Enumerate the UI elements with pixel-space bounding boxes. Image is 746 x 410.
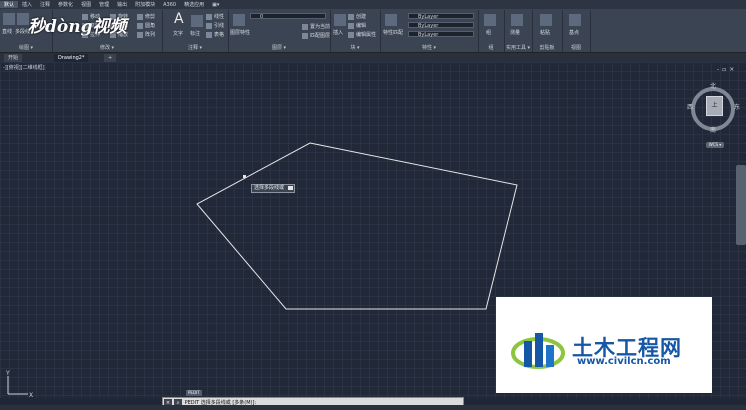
navigation-bar[interactable] bbox=[736, 165, 746, 245]
wcs-menu[interactable]: WCS ▾ bbox=[706, 142, 724, 148]
watermark-logo-icon bbox=[511, 333, 565, 369]
ucs-x-label: X bbox=[29, 392, 33, 399]
polyline-grip[interactable] bbox=[243, 175, 246, 178]
pentagon-polyline[interactable] bbox=[196, 142, 518, 310]
compass-south[interactable]: 南 bbox=[710, 125, 716, 134]
viewcube-face[interactable]: 上 bbox=[706, 96, 723, 116]
compass-west[interactable]: 西 bbox=[687, 102, 693, 111]
status-bar bbox=[0, 405, 746, 410]
tooltip-dropdown-icon[interactable] bbox=[288, 186, 294, 190]
cursor-prompt-tooltip: 选择多段线或 bbox=[251, 184, 296, 193]
watermark-url: www.civilcn.com bbox=[577, 356, 671, 367]
ucs-y-label: Y bbox=[5, 370, 10, 377]
compass-east[interactable]: 东 bbox=[734, 102, 740, 111]
ucs-icon: Y X bbox=[5, 370, 33, 399]
compass-north[interactable]: 北 bbox=[710, 81, 716, 90]
command-history-hint: PEDIT bbox=[186, 390, 202, 396]
